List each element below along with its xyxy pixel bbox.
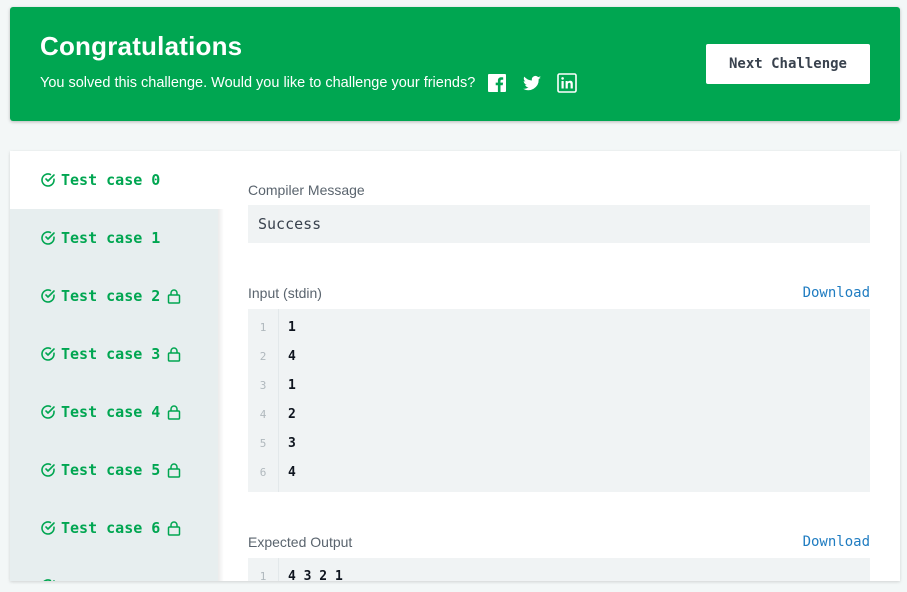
code-line: 14 3 2 1 — [259, 569, 343, 581]
expected-output-download-link[interactable]: Download — [803, 534, 870, 550]
tab-label: Test case 4 — [61, 403, 161, 421]
check-icon — [40, 404, 56, 420]
code-line: 11 — [259, 320, 296, 335]
banner-title: Congratulations — [40, 31, 243, 61]
code-line: 53 — [259, 436, 296, 451]
expected-output-label: Expected Output — [248, 534, 353, 550]
tab-test-case-partial[interactable] — [10, 557, 218, 581]
success-banner: Congratulations You solved this challeng… — [10, 7, 900, 121]
check-icon — [40, 230, 56, 246]
lock-icon — [167, 346, 181, 362]
facebook-icon[interactable] — [487, 73, 507, 93]
code-line: 42 — [259, 407, 296, 422]
lock-icon — [167, 462, 181, 478]
compiler-message-label: Compiler Message — [248, 182, 365, 198]
banner-subtitle-text: You solved this challenge. Would you lik… — [40, 75, 476, 91]
tab-test-case-1[interactable]: Test case 1 — [10, 209, 218, 267]
test-results-panel: Test case 0 Test case 1 Test case 2 Test… — [10, 151, 900, 581]
code-line: 31 — [259, 378, 296, 393]
check-icon — [40, 172, 56, 188]
input-label: Input (stdin) — [248, 285, 322, 301]
check-icon — [40, 578, 56, 581]
check-icon — [40, 346, 56, 362]
check-icon — [40, 462, 56, 478]
sidebar-divider — [218, 209, 224, 581]
code-line: 24 — [259, 349, 296, 364]
tab-label: Test case 2 — [61, 287, 161, 305]
tab-label: Test case 3 — [61, 345, 161, 363]
lock-icon — [167, 404, 181, 420]
next-challenge-button[interactable]: Next Challenge — [706, 44, 870, 84]
input-download-link[interactable]: Download — [803, 285, 870, 301]
tab-label: Test case 0 — [61, 171, 161, 189]
check-icon — [40, 288, 56, 304]
check-icon — [40, 520, 56, 536]
tab-test-case-6[interactable]: Test case 6 — [10, 499, 218, 557]
input-code-box: 11 24 31 42 53 64 — [248, 309, 870, 492]
tab-test-case-5[interactable]: Test case 5 — [10, 441, 218, 499]
linkedin-icon[interactable] — [557, 73, 578, 93]
tab-label: Test case 1 — [61, 229, 161, 247]
compiler-message-box: Success — [248, 205, 870, 243]
test-case-sidebar: Test case 0 Test case 1 Test case 2 Test… — [10, 151, 218, 581]
twitter-icon[interactable] — [522, 73, 542, 93]
tab-test-case-3[interactable]: Test case 3 — [10, 325, 218, 383]
tab-test-case-2[interactable]: Test case 2 — [10, 267, 218, 325]
compiler-message: Success — [258, 215, 322, 233]
tab-label: Test case 6 — [61, 519, 161, 537]
code-line: 64 — [259, 465, 296, 480]
banner-subtitle: You solved this challenge. Would you lik… — [40, 73, 592, 93]
lock-icon — [167, 288, 181, 304]
tab-test-case-4[interactable]: Test case 4 — [10, 383, 218, 441]
tab-test-case-0[interactable]: Test case 0 — [10, 151, 218, 209]
tab-label: Test case 5 — [61, 461, 161, 479]
social-share — [487, 73, 592, 93]
lock-icon — [167, 520, 181, 536]
expected-output-code-box: 14 3 2 1 — [248, 558, 870, 581]
